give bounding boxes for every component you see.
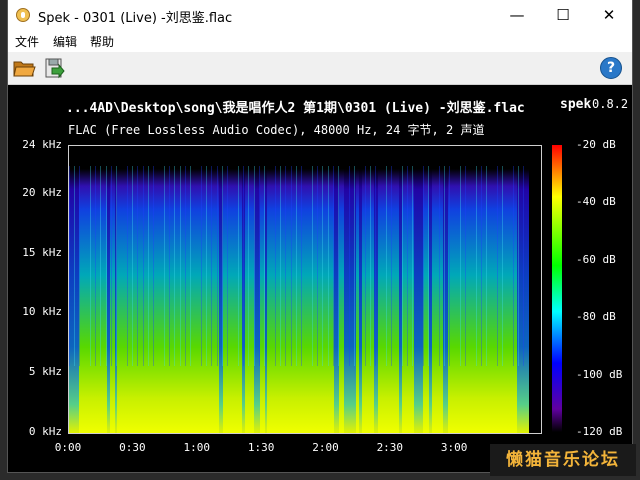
save-icon[interactable]	[42, 56, 66, 80]
app-name: spek	[560, 97, 592, 112]
time-tick-label: 2:30	[376, 441, 404, 454]
spectrogram-plot	[68, 145, 542, 434]
time-tick-label: 1:00	[183, 441, 210, 454]
title-bar[interactable]: Spek - 0301 (Live) -刘思鉴.flac — ☐ ✕	[8, 0, 632, 30]
time-tick-label: 3:00	[440, 441, 468, 454]
freq-tick-label: 0 kHz	[28, 425, 62, 438]
freq-tick-label: 24 kHz	[22, 138, 62, 151]
minimize-button[interactable]: —	[494, 0, 540, 30]
menu-bar: 文件 编辑 帮助	[8, 30, 632, 52]
db-colorbar	[552, 145, 562, 432]
spectrogram-view: ...4AD\Desktop\song\我是唱作人2 第1期\0301 (Liv…	[8, 85, 632, 472]
file-path-title: ...4AD\Desktop\song\我是唱作人2 第1期\0301 (Liv…	[66, 101, 525, 116]
db-tick-label: -20 dB	[576, 138, 616, 151]
db-tick-label: -40 dB	[576, 195, 616, 209]
time-tick-label: 2:00	[312, 441, 339, 454]
menu-help[interactable]: 帮助	[90, 33, 114, 50]
time-tick-label: 0:00	[54, 441, 82, 454]
db-tick-label: -120 dB	[576, 425, 623, 438]
menu-edit[interactable]: 编辑	[53, 33, 77, 50]
db-tick-label: -100 dB	[576, 367, 623, 381]
app-version: 0.8.2	[592, 97, 629, 111]
freq-tick-label: 15 kHz	[22, 245, 62, 259]
maximize-button[interactable]: ☐	[540, 0, 586, 30]
spek-app-icon	[16, 8, 30, 22]
time-tick-label: 1:30	[247, 441, 275, 454]
time-tick-label: 0:30	[119, 441, 146, 454]
audio-format-info: FLAC (Free Lossless Audio Codec), 48000 …	[68, 123, 485, 137]
window-title: Spek - 0301 (Live) -刘思鉴.flac	[38, 11, 233, 26]
folder-open-icon[interactable]	[12, 56, 36, 80]
freq-tick-label: 10 kHz	[22, 305, 62, 319]
forum-watermark: 懒猫音乐论坛	[490, 444, 636, 476]
spectrogram-image	[69, 146, 541, 433]
db-tick-label: -80 dB	[576, 310, 616, 324]
close-button[interactable]: ✕	[586, 0, 632, 30]
help-icon[interactable]: ?	[600, 57, 622, 79]
freq-tick-label: 20 kHz	[22, 185, 62, 199]
db-tick-label: -60 dB	[576, 252, 616, 266]
freq-tick-label: 5 kHz	[28, 365, 62, 379]
menu-file[interactable]: 文件	[15, 33, 39, 50]
spek-window: Spek - 0301 (Live) -刘思鉴.flac — ☐ ✕ 文件 编辑…	[8, 0, 632, 472]
toolbar: ?	[8, 52, 632, 85]
